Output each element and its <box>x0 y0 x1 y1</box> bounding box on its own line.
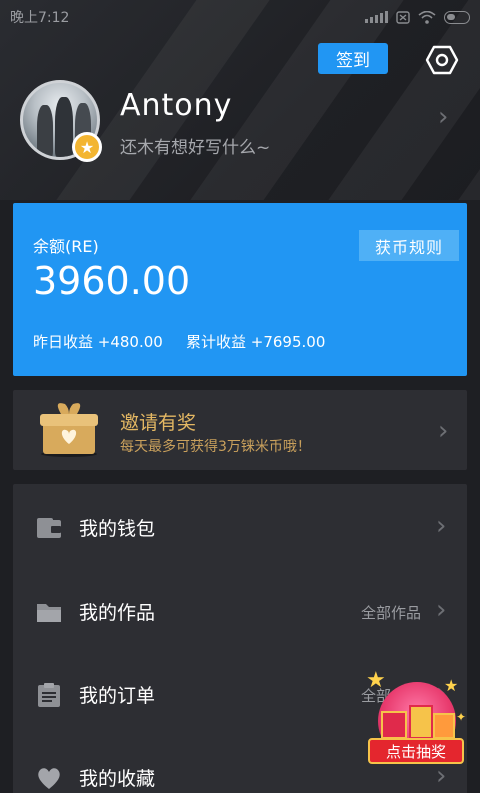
invite-subtitle: 每天最多可获得3万铼米币哦！ <box>120 439 311 455</box>
coin-rules-button[interactable]: 获币规则 <box>359 230 459 261</box>
profile-chevron-right-icon[interactable]: › <box>438 104 448 130</box>
battery-icon <box>444 10 470 24</box>
profile-bio: 还木有想好写什么~ <box>120 138 271 158</box>
chevron-right-icon: › <box>436 511 447 541</box>
menu-item-label: 我的订单 <box>79 685 156 707</box>
lottery-floating-button[interactable]: ★ ★ ✦ 点击抽奖 <box>360 668 470 773</box>
lottery-label: 点击抽奖 <box>368 738 464 764</box>
menu-item-wallet[interactable]: 我的钱包 › <box>13 500 467 556</box>
invite-reward-card[interactable]: 邀请有奖 每天最多可获得3万铼米币哦！ › <box>13 390 467 470</box>
menu-item-label: 我的钱包 <box>79 518 156 540</box>
wallet-icon <box>37 518 61 538</box>
invite-title: 邀请有奖 <box>120 412 197 434</box>
gift-box-icon <box>40 403 98 457</box>
sparkle-icon: ✦ <box>456 710 467 724</box>
menu-item-label: 我的作品 <box>79 602 156 624</box>
profile-name: Antony <box>120 88 233 123</box>
chevron-right-icon: › <box>436 595 447 625</box>
heart-icon <box>38 768 60 789</box>
clipboard-icon <box>38 683 60 707</box>
status-time: 晚上7:12 <box>10 10 70 26</box>
sim-icon <box>396 10 410 24</box>
wifi-icon <box>418 10 436 24</box>
settings-button[interactable] <box>424 42 460 78</box>
total-earnings: 累计收益 +7695.00 <box>186 333 326 351</box>
balance-label: 余额(RE) <box>33 237 99 256</box>
balance-card: 余额(RE) 3960.00 获币规则 昨日收益 +480.00 累计收益 +7… <box>13 203 467 376</box>
status-bar: 晚上7:12 <box>0 0 480 34</box>
sparkle-icon: ★ <box>444 676 459 695</box>
star-badge-icon: ★ <box>72 132 102 162</box>
folder-icon <box>37 604 61 622</box>
gift-boxes-icon <box>381 705 455 739</box>
checkin-button[interactable]: 签到 <box>318 43 388 74</box>
invite-chevron-right-icon: › <box>438 416 449 446</box>
avatar[interactable]: ★ <box>20 80 102 162</box>
balance-amount: 3960.00 <box>33 259 191 303</box>
signal-icon <box>365 11 388 23</box>
yesterday-earnings: 昨日收益 +480.00 <box>33 333 163 351</box>
settings-hexagon-icon <box>425 45 459 75</box>
menu-item-label: 我的收藏 <box>79 768 156 790</box>
menu-item-works[interactable]: 我的作品 全部作品 › <box>13 584 467 640</box>
all-works-link[interactable]: 全部作品 <box>361 602 421 623</box>
sparkle-icon: ★ <box>366 668 386 693</box>
